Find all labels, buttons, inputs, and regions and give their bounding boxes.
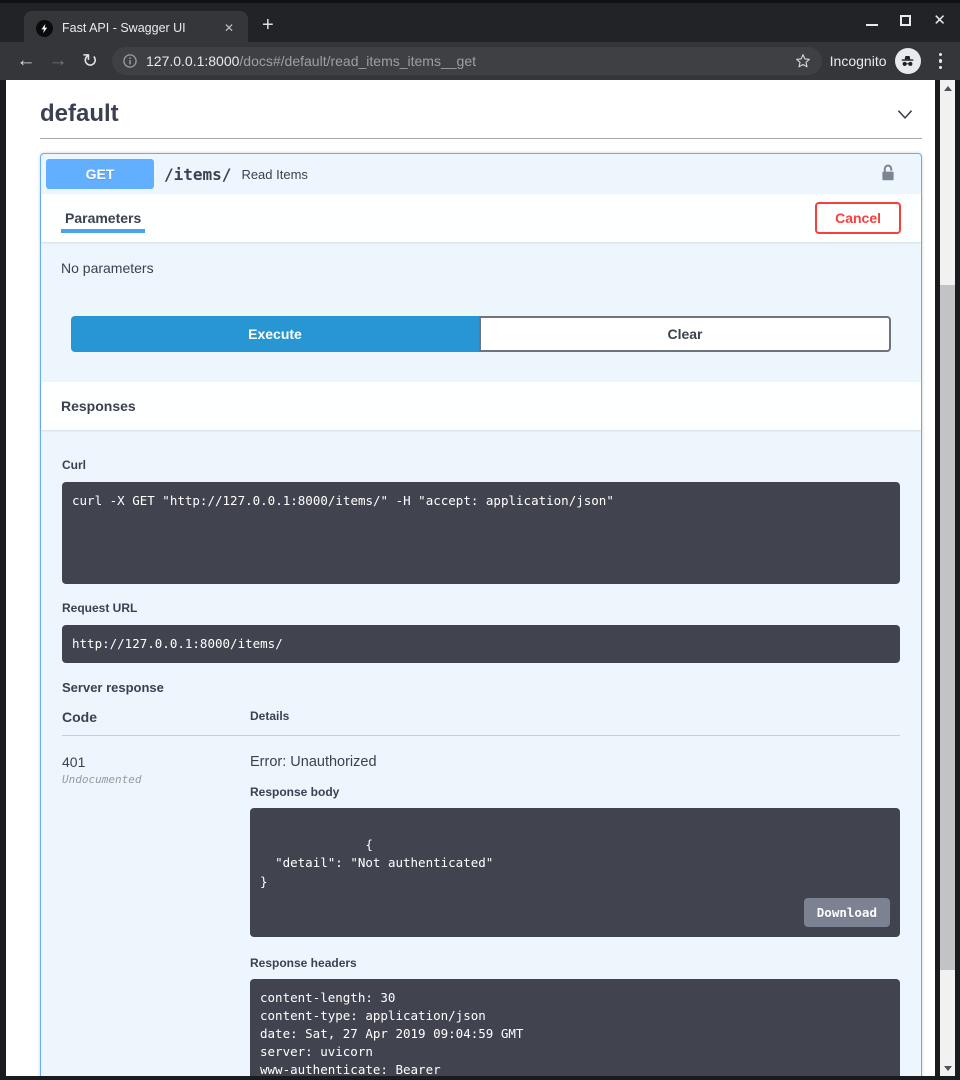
tab-close-icon[interactable]: ✕ (220, 19, 238, 37)
incognito-icon (895, 48, 921, 74)
clear-button[interactable]: Clear (479, 316, 891, 352)
cancel-button[interactable]: Cancel (815, 202, 901, 234)
request-url-value: http://127.0.0.1:8000/items/ (62, 625, 900, 663)
curl-label: Curl (62, 458, 900, 472)
scroll-up-icon[interactable] (940, 80, 955, 96)
response-headers-label: Response headers (250, 956, 900, 970)
server-response-label: Server response (62, 680, 900, 695)
response-body-json: { "detail": "Not authenticated" } (260, 837, 493, 888)
operation-description: Read Items (241, 167, 307, 182)
column-header-code: Code (62, 709, 250, 736)
curl-command[interactable]: curl -X GET "http://127.0.0.1:8000/items… (62, 482, 900, 584)
fastapi-favicon-icon (36, 20, 53, 37)
url-path: /docs#/default/read_items_items__get (239, 53, 476, 69)
browser-menu-icon[interactable] (931, 53, 951, 70)
section-divider (40, 138, 922, 139)
address-bar[interactable]: 127.0.0.1:8000/docs#/default/read_items_… (112, 47, 822, 75)
response-details-cell: Error: Unauthorized Response body { "det… (250, 736, 900, 1076)
scrollbar-thumb[interactable] (940, 285, 955, 970)
incognito-indicator: Incognito (830, 48, 921, 74)
chevron-down-icon[interactable] (894, 103, 916, 125)
responses-section-header: Responses (41, 382, 921, 430)
server-response-table: Code Details 401 Undocumented Error: Una… (62, 709, 900, 1076)
no-parameters-text: No parameters (61, 260, 901, 276)
tab-parameters[interactable]: Parameters (61, 198, 145, 238)
response-error-title: Error: Unauthorized (250, 754, 900, 770)
parameters-body: No parameters (41, 242, 921, 276)
tab-strip: Fast API - Swagger UI ✕ + ✕ (0, 0, 960, 42)
status-code-cell: 401 Undocumented (62, 736, 250, 1076)
undocumented-badge: Undocumented (62, 773, 250, 786)
swagger-ui: default GET /items/ Read Items Parameter… (6, 80, 935, 1076)
incognito-label: Incognito (830, 53, 887, 69)
minimize-icon[interactable] (866, 16, 878, 26)
bookmark-star-icon[interactable] (794, 52, 812, 70)
operation-summary[interactable]: GET /items/ Read Items (41, 154, 921, 194)
execute-button-group: Execute Clear (41, 276, 921, 382)
window-controls: ✕ (866, 15, 946, 26)
auth-lock-icon[interactable] (878, 163, 898, 186)
back-icon[interactable]: ← (10, 50, 42, 72)
browser-tab[interactable]: Fast API - Swagger UI ✕ (24, 11, 248, 45)
column-header-details: Details (250, 709, 900, 736)
window-close-icon[interactable]: ✕ (933, 15, 946, 26)
browser-toolbar: ← → ↻ 127.0.0.1:8000/docs#/default/read_… (0, 42, 960, 80)
scroll-down-icon[interactable] (940, 1060, 955, 1076)
tag-title: default (40, 100, 119, 128)
response-body-panel: { "detail": "Not authenticated" } Downlo… (250, 808, 900, 937)
forward-icon[interactable]: → (42, 50, 74, 72)
url-host: 127.0.0.1:8000 (146, 53, 239, 69)
download-button[interactable]: Download (804, 898, 890, 927)
execute-button[interactable]: Execute (71, 316, 479, 352)
status-code: 401 (62, 754, 250, 770)
response-headers-panel: content-length: 30 content-type: applica… (250, 979, 900, 1076)
responses-wrapper: Curl curl -X GET "http://127.0.0.1:8000/… (41, 430, 921, 1076)
http-method-badge: GET (46, 159, 154, 189)
url-text[interactable]: 127.0.0.1:8000/docs#/default/read_items_… (146, 53, 794, 69)
parameters-header: Parameters Cancel (41, 194, 921, 242)
page-info-icon[interactable] (122, 53, 138, 69)
reload-icon[interactable]: ↻ (74, 50, 106, 73)
response-body-label: Response body (250, 785, 900, 799)
tag-section-header[interactable]: default (40, 80, 922, 138)
page-viewport: default GET /items/ Read Items Parameter… (6, 80, 935, 1076)
operation-path: /items/ (164, 165, 231, 184)
new-tab-button[interactable]: + (262, 15, 274, 35)
maximize-icon[interactable] (900, 15, 911, 26)
vertical-scrollbar[interactable] (940, 80, 955, 1076)
tab-title: Fast API - Swagger UI (62, 21, 220, 35)
operation-block-get-items: GET /items/ Read Items Parameters Cancel… (40, 153, 922, 1076)
request-url-label: Request URL (62, 601, 900, 615)
